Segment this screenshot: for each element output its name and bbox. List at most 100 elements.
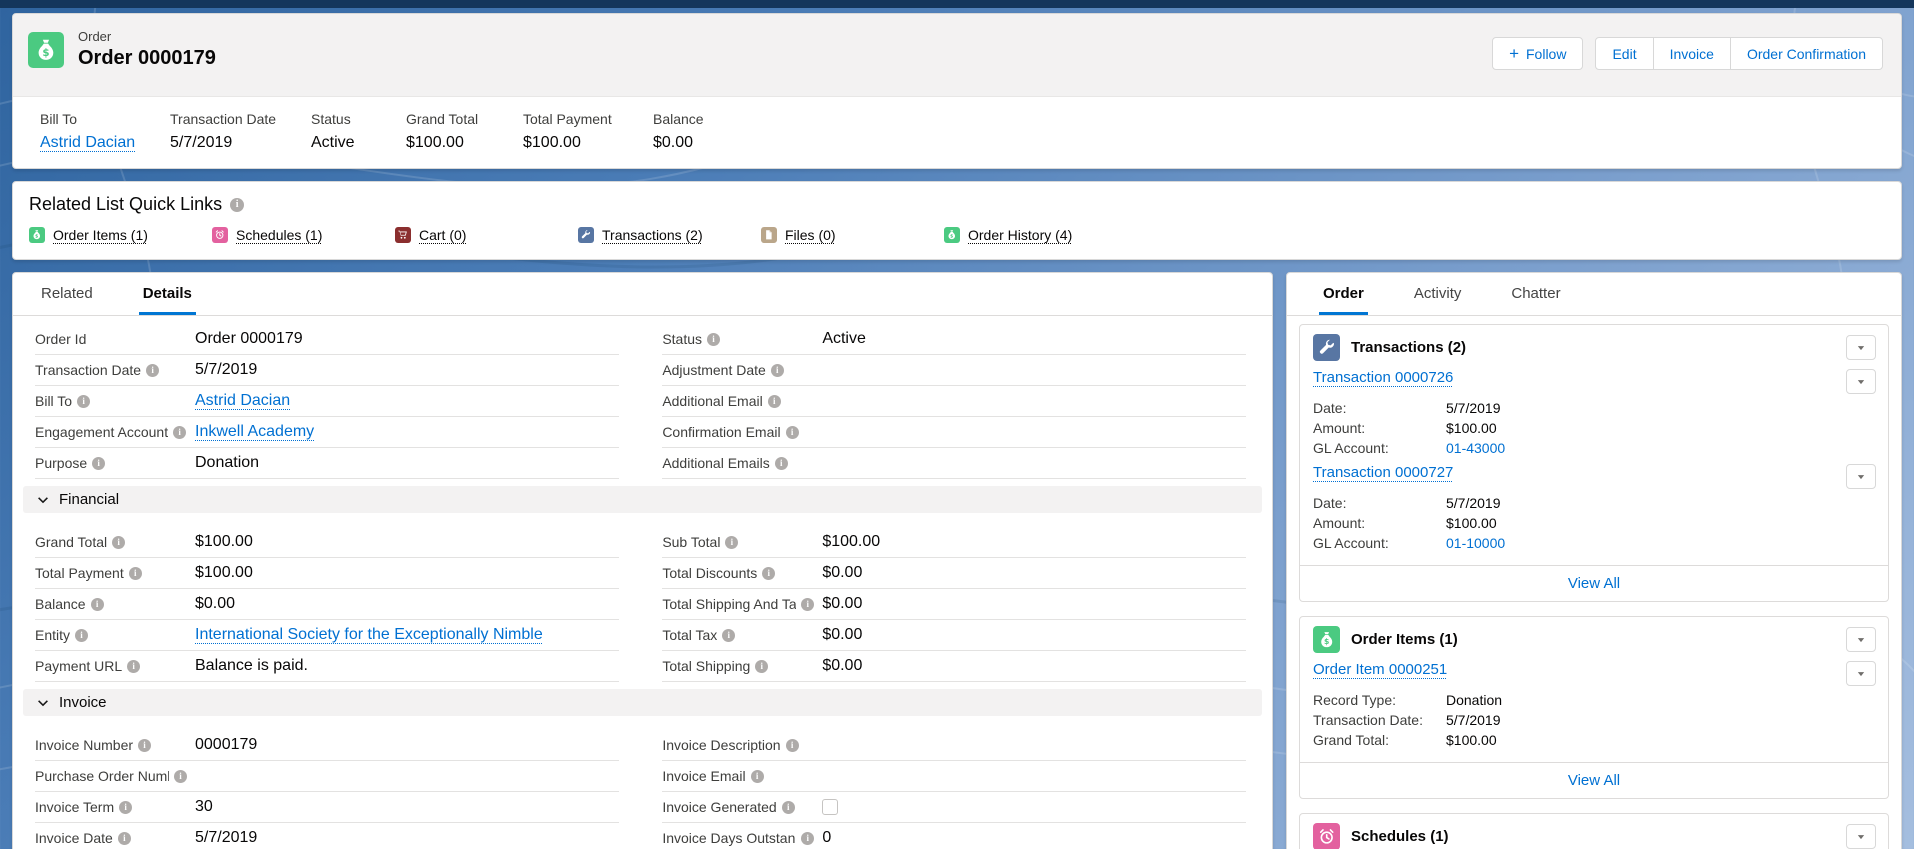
field-label-text: Bill To (35, 393, 72, 409)
info-icon[interactable]: i (782, 801, 795, 814)
invoice-button[interactable]: Invoice (1653, 37, 1731, 70)
view-all-link[interactable]: View All (1568, 772, 1620, 789)
info-icon[interactable]: i (762, 567, 775, 580)
info-icon[interactable]: i (173, 426, 186, 439)
tab-related[interactable]: Related (37, 273, 97, 315)
info-icon[interactable]: i (118, 832, 131, 845)
quick-link-label: Cart (0) (419, 227, 466, 243)
info-icon[interactable]: i (707, 333, 720, 346)
field-value: 5/7/2019 (170, 134, 301, 152)
record-detail-card: Related Details Order IdOrder 0000179Tra… (12, 272, 1273, 849)
info-icon[interactable]: i (722, 629, 735, 642)
info-icon[interactable]: i (174, 770, 187, 783)
record-actions-button[interactable] (1846, 661, 1876, 686)
record-link[interactable]: Order Item 0000251 (1313, 661, 1447, 678)
record-header: $ Order Order 0000179 + Follow Edit Invo… (13, 14, 1901, 97)
quick-link-schedules-1[interactable]: Schedules (1) (212, 227, 395, 243)
follow-button[interactable]: + Follow (1492, 37, 1583, 70)
info-icon[interactable]: i (771, 364, 784, 377)
info-icon[interactable]: i (77, 395, 90, 408)
info-icon[interactable]: i (786, 426, 799, 439)
record-field-grand-total: Grand Total:$100.00 (1313, 730, 1876, 750)
field-row-purpose: PurposeiDonation (35, 448, 619, 479)
field-value-link[interactable]: International Society for the Exceptiona… (195, 626, 543, 644)
field-row-invoice-email: Invoice Emaili (662, 761, 1246, 792)
info-icon[interactable]: i (801, 832, 814, 845)
field-row-invoice-number: Invoice Numberi0000179 (35, 730, 619, 761)
detail-tab-bar: Related Details (13, 273, 1272, 316)
tab-chatter[interactable]: Chatter (1507, 273, 1564, 315)
info-icon[interactable]: i (119, 801, 132, 814)
record-actions-button[interactable] (1846, 464, 1876, 489)
field-label-text: Status (662, 331, 702, 347)
field-label: Total Payment (523, 111, 643, 127)
chevron-down-icon (36, 696, 50, 710)
field-value: 0 (822, 829, 831, 847)
section-invoice[interactable]: Invoice (23, 689, 1262, 716)
field-label: Total Taxi (662, 627, 822, 643)
field-row-total-discounts: Total Discountsi$0.00 (662, 558, 1246, 589)
record-field-value-link[interactable]: 01-43000 (1446, 440, 1505, 456)
info-icon[interactable]: i (775, 457, 788, 470)
quick-link-cart-0[interactable]: Cart (0) (395, 227, 578, 243)
field-value: 5/7/2019 (195, 829, 257, 847)
invoice-generated-checkbox[interactable] (822, 799, 838, 815)
edit-button[interactable]: Edit (1595, 37, 1653, 70)
card-actions-button[interactable] (1846, 824, 1876, 849)
info-icon[interactable]: i (138, 739, 151, 752)
field-label: Purposei (35, 455, 195, 471)
dropdown-icon (1856, 377, 1866, 387)
field-value-link[interactable]: Inkwell Academy (195, 423, 314, 441)
view-all-link[interactable]: View All (1568, 575, 1620, 592)
field-label: Invoice Descriptioni (662, 737, 822, 753)
info-icon[interactable]: i (768, 395, 781, 408)
info-icon[interactable]: i (146, 364, 159, 377)
info-icon[interactable]: i (786, 739, 799, 752)
quick-link-order-history-4[interactable]: $Order History (4) (944, 227, 1127, 243)
field-value-link[interactable]: Astrid Dacian (40, 134, 135, 151)
card-actions-button[interactable] (1846, 335, 1876, 360)
field-value: 0000179 (195, 736, 257, 754)
info-icon[interactable]: i (755, 660, 768, 673)
field-label-text: Total Discounts (662, 565, 757, 581)
info-icon[interactable]: i (92, 457, 105, 470)
quick-link-label: Schedules (1) (236, 227, 322, 243)
quick-link-transactions-2[interactable]: Transactions (2) (578, 227, 761, 243)
info-icon[interactable]: i (75, 629, 88, 642)
field-label-text: Entity (35, 627, 70, 643)
info-icon[interactable]: i (725, 536, 738, 549)
view-all-row: View All (1300, 565, 1888, 601)
field-row-confirmation-email: Confirmation Emaili (662, 417, 1246, 448)
field-label: Status (311, 111, 396, 127)
record-transaction-0000727: Transaction 0000727Date:5/7/2019Amount:$… (1300, 462, 1888, 557)
record-field-label: Record Type: (1313, 690, 1446, 710)
info-icon[interactable]: i (801, 598, 814, 611)
related-card-transactions-2: Transactions (2)Transaction 0000726Date:… (1299, 324, 1889, 602)
record-field-value-link[interactable]: 01-10000 (1446, 535, 1505, 551)
field-label-text: Total Shipping (662, 658, 750, 674)
quick-link-files-0[interactable]: Files (0) (761, 227, 944, 243)
record-field-label: GL Account: (1313, 438, 1446, 458)
record-field-label: Date: (1313, 493, 1446, 513)
record-actions-button[interactable] (1846, 369, 1876, 394)
field-row-purchase-order-number: Purchase Order Numberi (35, 761, 619, 792)
tab-details[interactable]: Details (139, 273, 196, 315)
tab-activity[interactable]: Activity (1410, 273, 1466, 315)
info-icon[interactable]: i (112, 536, 125, 549)
record-link[interactable]: Transaction 0000726 (1313, 369, 1453, 386)
field-label-text: Additional Emails (662, 455, 769, 471)
section-financial[interactable]: Financial (23, 486, 1262, 513)
info-icon[interactable]: i (751, 770, 764, 783)
order-confirmation-button[interactable]: Order Confirmation (1730, 37, 1883, 70)
field-row-invoice-term: Invoice Termi30 (35, 792, 619, 823)
quick-link-order-items-1[interactable]: $Order Items (1) (29, 227, 212, 243)
info-icon[interactable]: i (230, 198, 244, 212)
info-icon[interactable]: i (127, 660, 140, 673)
field-label: Order Id (35, 331, 195, 347)
record-link[interactable]: Transaction 0000727 (1313, 464, 1453, 481)
card-actions-button[interactable] (1846, 627, 1876, 652)
info-icon[interactable]: i (129, 567, 142, 580)
info-icon[interactable]: i (91, 598, 104, 611)
tab-order[interactable]: Order (1319, 273, 1368, 315)
field-value-link[interactable]: Astrid Dacian (195, 392, 290, 410)
